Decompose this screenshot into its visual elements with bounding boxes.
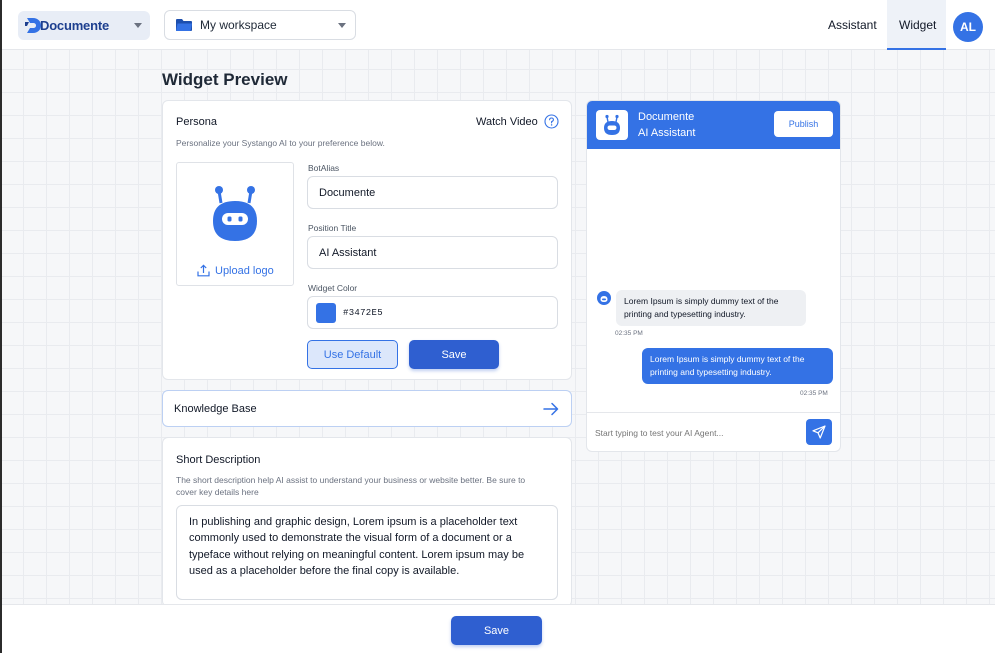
send-icon [812, 425, 826, 439]
chat-input[interactable] [595, 428, 775, 438]
folder-icon [176, 19, 192, 31]
short-description-subtitle: The short description help AI assist to … [176, 475, 526, 497]
upload-icon [197, 264, 210, 277]
message-timestamp: 02:35 PM [800, 390, 828, 397]
persona-card: Persona Watch Video Personalize your Sys… [162, 100, 572, 380]
bot-icon [597, 291, 611, 305]
save-button[interactable]: Save [451, 616, 542, 645]
chevron-down-icon [338, 23, 346, 28]
brand-name: Documente [40, 18, 109, 33]
bot-icon [213, 186, 257, 241]
workspace-selector[interactable]: My workspace [164, 10, 356, 40]
chat-message-user: Lorem Ipsum is simply dummy text of the … [642, 348, 833, 384]
bot-alias-input[interactable] [307, 176, 558, 209]
persona-subtitle: Personalize your Systango AI to your pre… [176, 138, 385, 148]
message-timestamp: 02:35 PM [615, 330, 643, 337]
send-button[interactable] [806, 419, 832, 445]
short-description-textarea[interactable]: In publishing and graphic design, Lorem … [176, 505, 558, 600]
widget-color-input[interactable]: #3472E5 [307, 296, 558, 329]
use-default-button[interactable]: Use Default [307, 340, 398, 369]
chat-bot-avatar [596, 110, 628, 140]
persona-save-button[interactable]: Save [409, 340, 499, 369]
user-avatar[interactable]: AL [953, 12, 983, 42]
bottom-bar: Save [2, 604, 995, 653]
nav-tab-widget[interactable]: Widget [899, 18, 936, 32]
bot-icon [604, 114, 620, 135]
knowledge-base-row[interactable]: Knowledge Base [162, 390, 572, 427]
page-title: Widget Preview [162, 70, 288, 89]
brand-selector[interactable]: Documente [18, 11, 150, 40]
chat-bot-name: Documente [638, 111, 695, 123]
knowledge-base-label: Knowledge Base [174, 403, 257, 415]
color-swatch[interactable] [316, 303, 336, 323]
upload-logo-button[interactable]: Upload logo [197, 264, 274, 277]
position-title-input[interactable] [307, 236, 558, 269]
chat-preview: Documente AI Assistant Publish Lorem Ips… [586, 100, 841, 452]
persona-title: Persona [176, 116, 217, 128]
widget-color-label: Widget Color [308, 283, 358, 293]
short-description-title: Short Description [176, 454, 261, 466]
upload-logo-label: Upload logo [215, 264, 274, 277]
bot-alias-label: BotAlias [308, 163, 340, 173]
nav-tab-assistant[interactable]: Assistant [828, 18, 877, 32]
logo-upload-box[interactable]: Upload logo [176, 162, 294, 286]
chat-bot-role: AI Assistant [638, 127, 696, 139]
color-hex-value: #3472E5 [343, 308, 383, 318]
chat-header: Documente AI Assistant Publish [587, 101, 840, 149]
help-icon[interactable] [544, 114, 559, 129]
publish-button[interactable]: Publish [774, 111, 833, 137]
workspace-label: My workspace [200, 18, 277, 32]
position-title-label: Position Title [308, 223, 357, 233]
short-description-card: Short Description The short description … [162, 437, 572, 607]
nav-active-underline [887, 48, 946, 50]
top-bar: Documente My workspace Assistant Widget … [2, 0, 995, 50]
watch-video-link[interactable]: Watch Video [476, 116, 538, 128]
chevron-down-icon [134, 23, 142, 28]
chat-message-bot: Lorem Ipsum is simply dummy text of the … [616, 290, 806, 326]
arrow-right-icon[interactable] [542, 400, 560, 418]
chat-divider [587, 412, 840, 413]
